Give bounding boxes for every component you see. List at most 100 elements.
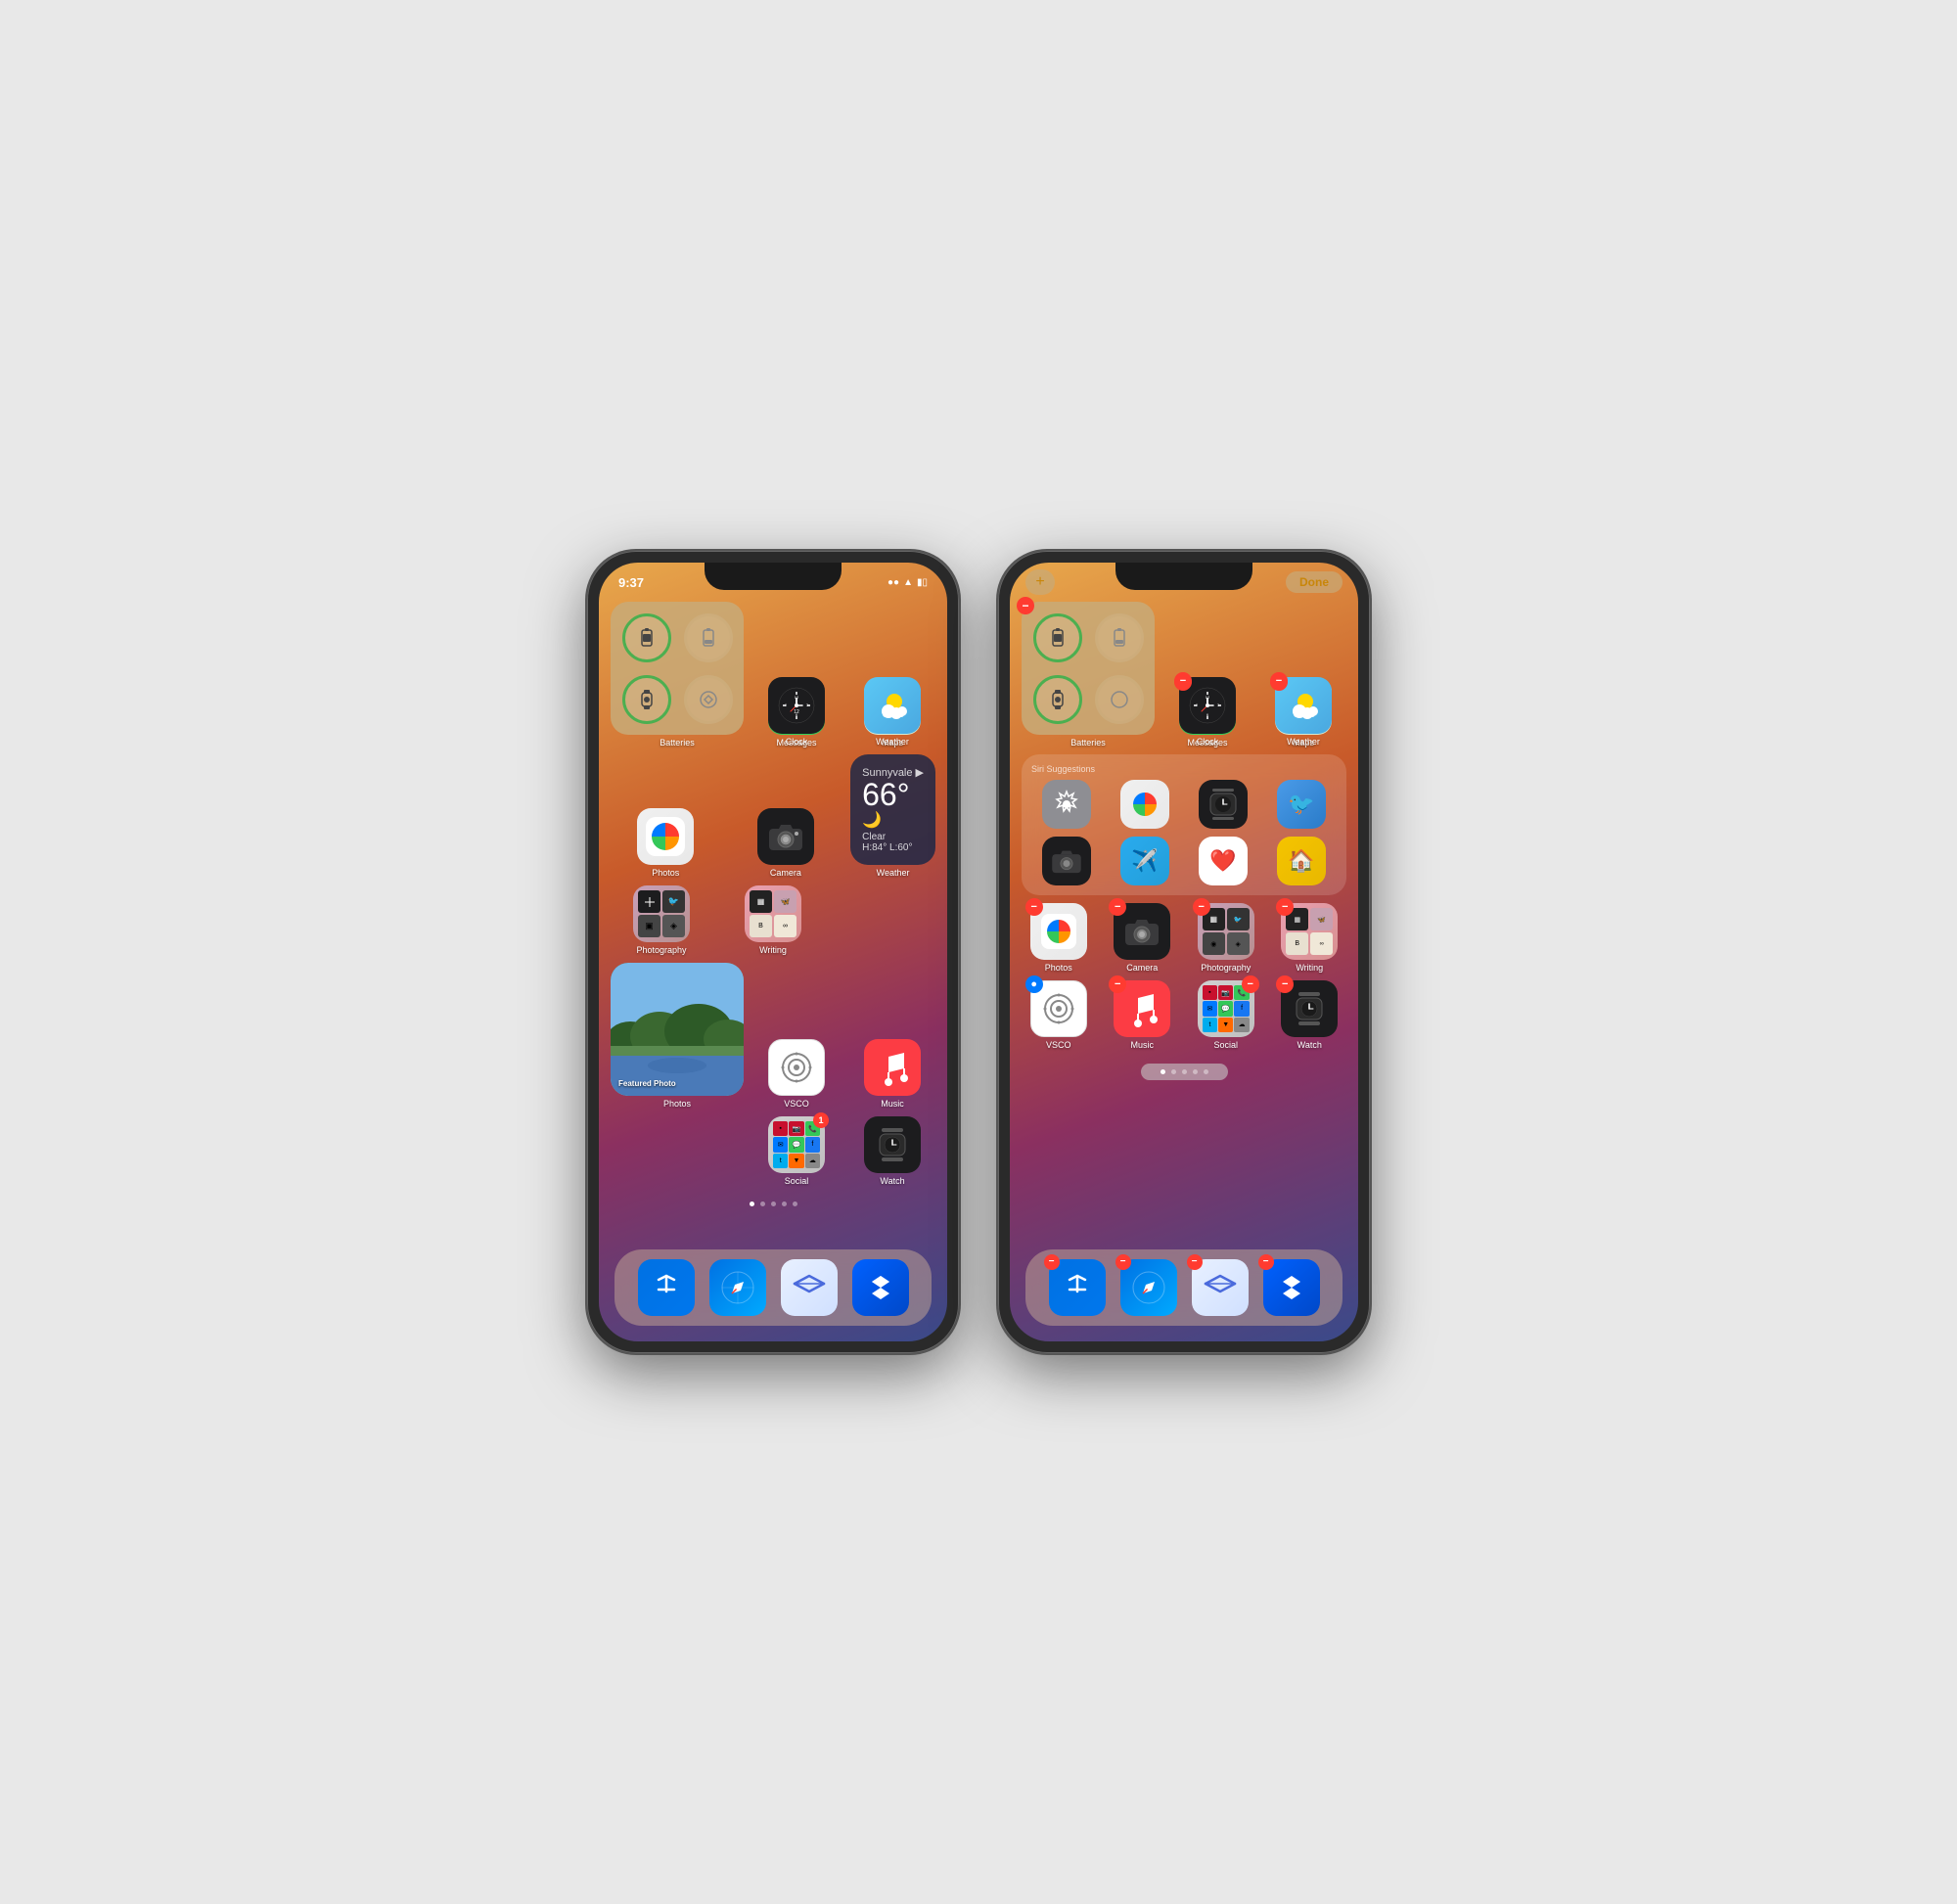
photos-img	[637, 808, 694, 865]
music-edit-icon[interactable]: − Music	[1106, 980, 1180, 1050]
camera-siri-icon[interactable]	[1031, 837, 1102, 885]
dot-2-3	[1182, 1069, 1187, 1074]
vsco-label: VSCO	[784, 1099, 809, 1109]
photos-edit-remove[interactable]: −	[1025, 898, 1043, 916]
watch-edit-wrapper: −	[1281, 980, 1338, 1037]
dropbox-dock-remove[interactable]: −	[1258, 1254, 1274, 1270]
dropbox-edit-dock[interactable]: −	[1255, 1259, 1327, 1316]
twitterrific-siri-icon[interactable]: 🐦	[1266, 780, 1337, 829]
edit-add-button[interactable]: +	[1025, 569, 1055, 595]
safari-dock-remove[interactable]: −	[1115, 1254, 1131, 1270]
watchface-siri-icon[interactable]	[1188, 780, 1258, 829]
row-4: 🐦 ▣ ◈ Photography ▦ 🦋 B ∞	[611, 885, 935, 955]
wr-m3: B	[1286, 932, 1308, 955]
vsco-edit-label: VSCO	[1046, 1040, 1071, 1050]
dropbox-dock-img	[852, 1259, 909, 1316]
featured-photo-widget: Featured Photo	[611, 963, 744, 1096]
camera-icon[interactable]: Camera	[731, 808, 842, 878]
edit-done-button[interactable]: Done	[1286, 571, 1343, 593]
music-icon[interactable]: Music	[849, 1039, 935, 1109]
se5: 💬	[1218, 1001, 1233, 1016]
watch-icon[interactable]: Watch	[849, 1116, 935, 1186]
s8: ▼	[789, 1154, 803, 1168]
vsco-icon[interactable]: VSCO	[753, 1039, 840, 1109]
dot-2-5	[1204, 1069, 1208, 1074]
vsco-edit-icon[interactable]: ●	[1022, 980, 1096, 1050]
batteries-widget-container[interactable]: Batteries	[611, 602, 744, 748]
weather-edit-icon[interactable]: − Weather	[1260, 677, 1346, 747]
social-edit-icon[interactable]: 1 − ▪ 📷 📞 ✉ 💬 f t ▼ ☁	[1189, 980, 1263, 1050]
row-5: Featured Photo Photos	[611, 963, 935, 1109]
batteries-remove-btn[interactable]: −	[1017, 597, 1034, 614]
spark-dock-remove[interactable]: −	[1187, 1254, 1203, 1270]
appstore-dock-icon[interactable]	[630, 1259, 702, 1316]
spark-edit-dock[interactable]: −	[1184, 1259, 1255, 1316]
dropbox-dock-icon[interactable]	[844, 1259, 916, 1316]
watch-edit-icon[interactable]: −	[1273, 980, 1347, 1050]
weather-edit-wrapper: −	[1275, 677, 1332, 734]
appstore-dock-remove[interactable]: −	[1044, 1254, 1060, 1270]
spark-dock-icon[interactable]	[773, 1259, 844, 1316]
signal-icon: ●●	[887, 577, 899, 588]
clock-edit-wrapper: −	[1179, 677, 1236, 734]
telegram-siri-icon[interactable]: ✈️	[1110, 837, 1180, 885]
dropbox-edit-wrapper: −	[1263, 1259, 1320, 1316]
photos-siri-icon[interactable]	[1110, 780, 1180, 829]
se6: f	[1234, 1001, 1249, 1016]
batteries-widget	[611, 602, 744, 735]
edit-row-4: ●	[1022, 980, 1346, 1050]
page-dots-edit	[1022, 1058, 1346, 1086]
writing-folder-icon[interactable]: ▦ 🦋 B ∞ Writing	[722, 885, 824, 955]
battery-iphone2-icon	[684, 613, 733, 662]
social-edit-remove[interactable]: −	[1242, 975, 1259, 993]
music-label: Music	[881, 1099, 904, 1109]
edit-row-3: −	[1022, 903, 1346, 973]
social-icon[interactable]: 1 ▪ 📷 📞 ✉ 💬 f t ▼ ☁	[753, 1116, 840, 1186]
photos-icon[interactable]: Photos	[611, 808, 721, 878]
photography-edit-remove[interactable]: −	[1193, 898, 1210, 916]
writing-folder-img: ▦ 🦋 B ∞	[745, 885, 801, 942]
featured-photo-app-label: Photos	[663, 1099, 691, 1109]
battery-iphone2	[680, 610, 736, 665]
camera-edit-icon[interactable]: − Camera	[1106, 903, 1180, 973]
clock-icon[interactable]: 12 12 3 9 6 Clock	[753, 677, 840, 747]
health-siri-icon[interactable]: ❤️	[1188, 837, 1258, 885]
dot-2-2	[1171, 1069, 1176, 1074]
mini-app-4: ◈	[662, 915, 685, 937]
s5: 💬	[789, 1137, 803, 1152]
vsco-edit-remove[interactable]: ●	[1025, 975, 1043, 993]
photography-folder-img: 🐦 ▣ ◈	[633, 885, 690, 942]
appstore-edit-dock[interactable]: −	[1041, 1259, 1113, 1316]
safari-dock-icon[interactable]	[702, 1259, 773, 1316]
vsco-edit-wrapper: ●	[1030, 980, 1087, 1037]
watch-label: Watch	[880, 1176, 904, 1186]
writing-edit-label: Writing	[1296, 963, 1323, 973]
weather-remove[interactable]: −	[1270, 672, 1288, 690]
safari-edit-dock[interactable]: −	[1113, 1259, 1184, 1316]
ph-m4: ◈	[1227, 932, 1250, 955]
home-siri-icon[interactable]: 🏠	[1266, 837, 1337, 885]
s1: ▪	[773, 1121, 788, 1136]
appstore-dock-img	[638, 1259, 695, 1316]
health-siri-img: ❤️	[1199, 837, 1248, 885]
photography-edit-wrapper: − ▦ 🐦 ◉ ◈	[1198, 903, 1254, 960]
photography-folder-icon[interactable]: 🐦 ▣ ◈ Photography	[611, 885, 712, 955]
battery-watch-icon	[622, 675, 671, 724]
vsco-img	[768, 1039, 825, 1096]
clock-remove[interactable]: −	[1174, 672, 1192, 690]
phone-frame-1: 9:37 ●● ▲ ▮▯	[587, 551, 959, 1353]
weather-widget-container[interactable]: Sunnyvale ▶ 66° 🌙 Clear H:84° L:60° Weat…	[850, 754, 935, 878]
svg-text:12: 12	[795, 695, 799, 700]
photos-edit-icon[interactable]: −	[1022, 903, 1096, 973]
writing-edit-icon[interactable]: − ▦ 🦋 B ∞ Writing	[1273, 903, 1347, 973]
photography-edit-icon[interactable]: − ▦ 🐦 ◉ ◈ Photography	[1189, 903, 1263, 973]
clock-edit-icon[interactable]: −	[1164, 677, 1251, 747]
weather-icon-small[interactable]: Weather	[849, 677, 935, 747]
settings-siri-icon[interactable]	[1031, 780, 1102, 829]
featured-photo-container[interactable]: Featured Photo Photos	[611, 963, 744, 1109]
bc-1	[1033, 613, 1082, 662]
music-edit-label: Music	[1130, 1040, 1154, 1050]
row-3: Photos	[611, 754, 935, 878]
safari-edit-wrapper: −	[1120, 1259, 1177, 1316]
writing-mini-4: ∞	[774, 915, 796, 937]
